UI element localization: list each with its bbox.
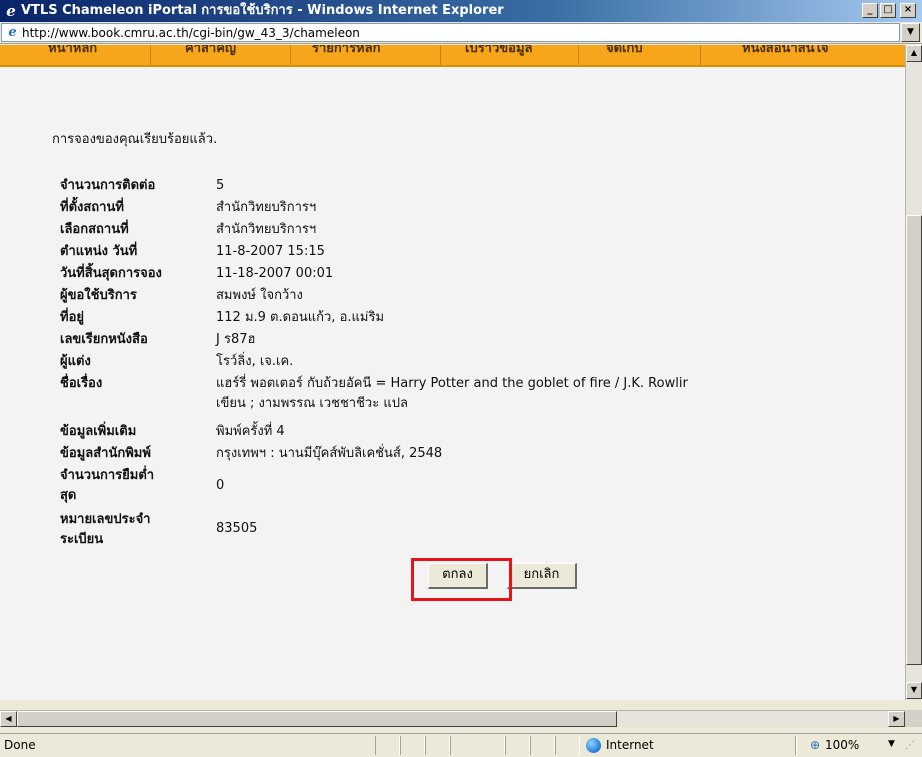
label-selected-location: เลือกสถานที่ [60, 222, 129, 237]
address-input[interactable]: e http://www.book.cmru.ac.th/cgi-bin/gw_… [1, 23, 900, 42]
nav-tab-home[interactable]: หน้าหลัก [48, 45, 97, 56]
nav-divider [150, 45, 151, 65]
value-publisher: กรุงเทพฯ : นานมีบุ๊คส์พับลิเคชั่นส์, 254… [216, 446, 443, 461]
value-title-line2: เขียน ; งามพรรณ เวชชาชีวะ แปล [216, 396, 408, 411]
vertical-scroll-thumb[interactable] [906, 215, 922, 665]
value-call-number: J ร87ฮ [216, 332, 256, 347]
label-additional-info: ข้อมูลเพิ่มเติม [60, 424, 137, 439]
value-title: แฮร์รี่ พอตเตอร์ กับถ้วยอัคนี = Harry Po… [216, 376, 688, 391]
label-min-loans: จำนวนการยืมต่ำ [60, 468, 155, 483]
status-pane [375, 736, 400, 755]
maximize-button[interactable]: □ [880, 3, 896, 18]
nav-tab-saved[interactable]: จัดเก็บ [606, 45, 643, 56]
internet-globe-icon [586, 738, 601, 753]
zoom-level[interactable]: 100% [825, 738, 859, 752]
label-registration-number: หมายเลขประจำ [60, 512, 151, 527]
label-min-loans-line2: สุด [60, 488, 77, 503]
ie-logo-icon: e [6, 2, 16, 20]
status-pane [530, 736, 555, 755]
label-author: ผู้แต่ง [60, 354, 91, 369]
vertical-scrollbar[interactable]: ▲ ▼ [905, 45, 922, 700]
title-bar[interactable]: e VTLS Chameleon iPortal การขอใช้บริการ … [0, 0, 922, 22]
scroll-up-button[interactable]: ▲ [906, 45, 922, 62]
window-title: VTLS Chameleon iPortal การขอใช้บริการ - … [21, 3, 504, 18]
label-contact-count: จำนวนการติดต่อ [60, 178, 156, 193]
scrollbar-corner [905, 710, 922, 727]
status-pane [450, 736, 505, 755]
value-registration-number: 83505 [216, 521, 258, 536]
value-selected-location: สำนักวิทยบริการฯ [216, 222, 317, 237]
status-bar: Done Internet ⊕ 100% ▼ ⋰ [0, 733, 922, 757]
status-pane [505, 736, 530, 755]
nav-tab-browse[interactable]: เบราว์ข้อมูล [465, 45, 533, 56]
status-text: Done [4, 738, 36, 752]
nav-divider [578, 45, 579, 65]
value-pickup-location: สำนักวิทยบริการฯ [216, 200, 317, 215]
value-hold-date: 11-8-2007 15:15 [216, 244, 325, 259]
close-button[interactable]: × [900, 3, 916, 18]
horizontal-scroll-thumb[interactable] [17, 711, 617, 727]
nav-tab-recommended[interactable]: หนังสือน่าสนใจ [742, 45, 829, 56]
label-pickup-location: ที่ตั้งสถานที่ [60, 200, 124, 215]
zoom-dropdown-arrow-icon[interactable]: ▼ [888, 739, 895, 749]
label-call-number: เลขเรียกหนังสือ [60, 332, 148, 347]
label-hold-date: ตำแหน่ง วันที่ [60, 244, 138, 259]
security-zone: Internet [606, 738, 654, 752]
status-pane [425, 736, 450, 755]
nav-bar: หน้าหลัก คำสำคัญ รายการหลัก เบราว์ข้อมูล… [0, 45, 905, 67]
value-address: 112 ม.9 ต.ดอนแก้ว, อ.แม่ริม [216, 310, 385, 325]
label-patron: ผู้ขอใช้บริการ [60, 288, 137, 303]
nav-tab-main-list[interactable]: รายการหลัก [312, 45, 380, 56]
horizontal-scrollbar[interactable]: ◀ ▶ [0, 710, 905, 727]
nav-divider [290, 45, 291, 65]
resize-grip-icon[interactable]: ⋰ [905, 739, 919, 753]
address-bar: e http://www.book.cmru.ac.th/cgi-bin/gw_… [0, 22, 922, 44]
scroll-left-button[interactable]: ◀ [0, 711, 17, 727]
status-pane [795, 736, 797, 755]
value-expiry-date: 11-18-2007 00:01 [216, 266, 334, 281]
value-additional-info: พิมพ์ครั้งที่ 4 [216, 424, 285, 439]
nav-tab-keyword[interactable]: คำสำคัญ [185, 45, 236, 56]
zoom-icon[interactable]: ⊕ [810, 738, 820, 752]
label-registration-number-line2: ระเบียน [60, 532, 104, 547]
value-contact-count: 5 [216, 178, 225, 193]
value-author: โรว์ลิ่ง, เจ.เค. [216, 354, 294, 369]
minimize-button[interactable]: _ [862, 3, 878, 18]
ok-button-highlight-box [411, 558, 512, 601]
page-icon: e [8, 25, 17, 40]
nav-divider [440, 45, 441, 65]
label-publisher: ข้อมูลสำนักพิมพ์ [60, 446, 151, 461]
status-pane [400, 736, 425, 755]
nav-divider [700, 45, 701, 65]
scroll-down-button[interactable]: ▼ [906, 682, 922, 699]
address-url: http://www.book.cmru.ac.th/cgi-bin/gw_43… [22, 26, 360, 40]
status-pane [555, 736, 580, 755]
cancel-button[interactable]: ยกเลิก [507, 563, 577, 589]
browser-window: e VTLS Chameleon iPortal การขอใช้บริการ … [0, 0, 922, 757]
value-min-loans: 0 [216, 478, 225, 493]
scroll-right-button[interactable]: ▶ [888, 711, 905, 727]
label-title: ชื่อเรื่อง [60, 376, 103, 391]
label-expiry-date: วันที่สิ้นสุดการจอง [60, 266, 162, 281]
label-address: ที่อยู่ [60, 310, 84, 325]
confirmation-message: การจองของคุณเรียบร้อยแล้ว. [52, 132, 218, 147]
address-dropdown-button[interactable]: ▼ [901, 23, 920, 42]
value-patron: สมพงษ์ ใจกว้าง [216, 288, 303, 303]
